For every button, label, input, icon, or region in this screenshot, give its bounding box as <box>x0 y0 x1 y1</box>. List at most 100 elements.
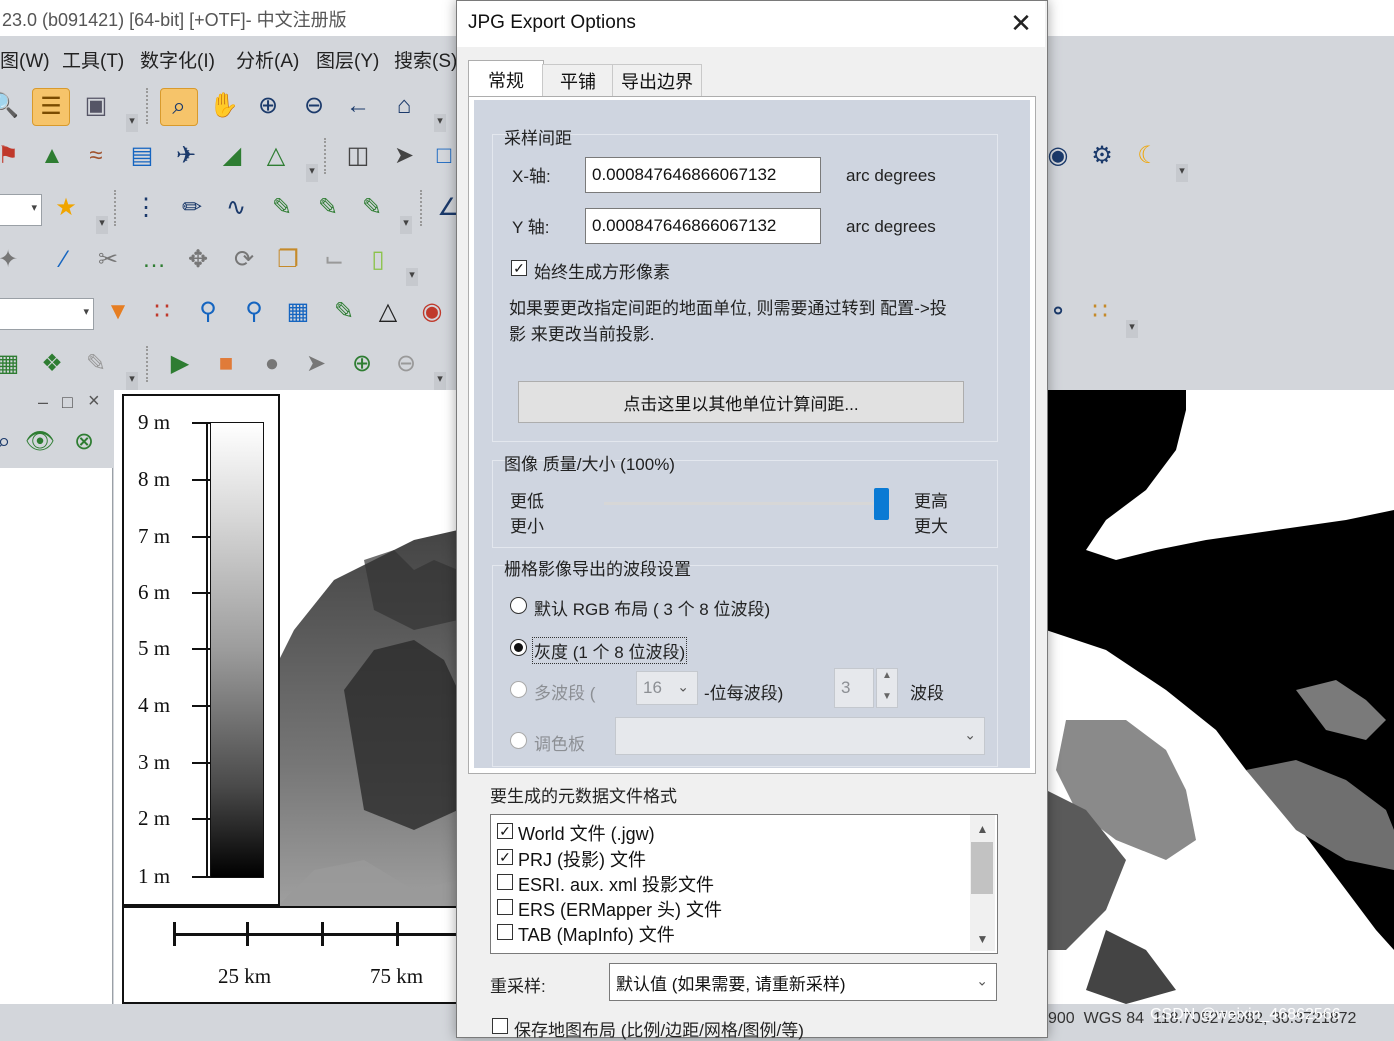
layer-combo[interactable]: ▾ <box>0 298 94 330</box>
chevron-up-icon[interactable]: ▲ <box>882 670 892 681</box>
toolbar-dropdown[interactable]: ▾ <box>400 216 412 234</box>
layout-icon[interactable]: ▣ <box>78 88 114 124</box>
filter-icon[interactable]: ▼ <box>100 294 136 330</box>
copy-feature-icon[interactable]: ❐ <box>270 242 306 278</box>
menu-item-search[interactable]: 搜索(S) <box>394 46 457 73</box>
slope-icon[interactable]: ◢ <box>214 138 250 174</box>
toolbar-dropdown[interactable]: ▾ <box>126 114 138 132</box>
terrain-icon[interactable]: ▲ <box>34 138 70 174</box>
search-points-icon[interactable]: ⚲ <box>236 294 272 330</box>
remove-frame-icon[interactable]: ⊖ <box>388 346 424 382</box>
menu-item-tools[interactable]: 工具(T) <box>62 46 124 73</box>
stop-icon[interactable]: ■ <box>208 346 244 382</box>
metadata-checkbox[interactable] <box>497 874 513 890</box>
toolbar-dropdown[interactable]: ▾ <box>1176 164 1188 182</box>
home-icon[interactable]: ⌂ <box>386 88 422 124</box>
triangle-tool-icon[interactable]: △ <box>370 294 406 330</box>
digitize-line-icon[interactable]: ✏ <box>174 190 210 226</box>
menu-item-layer[interactable]: 图层(Y) <box>316 46 379 73</box>
toolbar-dropdown[interactable]: ▾ <box>306 164 318 182</box>
layer-list[interactable] <box>0 468 113 1004</box>
list-item[interactable]: ESRI. aux. xml 投影文件 <box>491 869 971 895</box>
chevron-down-icon[interactable]: ▼ <box>882 691 892 702</box>
toolbar-dropdown[interactable]: ▾ <box>96 216 108 234</box>
map-view-right[interactable] <box>1046 390 1394 1004</box>
quality-slider-thumb[interactable] <box>874 488 889 520</box>
query-points-icon[interactable]: ⚲ <box>190 294 226 330</box>
map-view-icon[interactable]: ◫ <box>340 138 376 174</box>
elevation-grid-icon[interactable]: ▤ <box>124 138 160 174</box>
menu-item-analysis[interactable]: 分析(A) <box>236 46 299 73</box>
maximize-icon[interactable]: □ <box>62 392 73 413</box>
quality-slider-track[interactable] <box>604 502 884 505</box>
list-item[interactable]: TAB (MapInfo) 文件 <box>491 919 971 945</box>
minimize-icon[interactable]: – <box>38 392 48 413</box>
y-spacing-input[interactable]: 0.000847646866067132 <box>585 208 821 244</box>
menu-item-digitize[interactable]: 数字化(I) <box>140 46 215 73</box>
digitize-points-icon[interactable]: ⋮ <box>128 190 164 226</box>
crop-icon[interactable]: ⌙ <box>316 242 352 278</box>
brush-icon[interactable]: ✎ <box>78 346 114 382</box>
tab-export-bounds[interactable]: 导出边界 <box>612 64 702 97</box>
toolbar-handle[interactable] <box>420 190 426 226</box>
digitize-rect-icon[interactable]: ✎ <box>310 190 346 226</box>
fast-rabbit-icon[interactable]: ➤ <box>298 346 334 382</box>
toolbar-dropdown[interactable]: ▾ <box>126 372 138 390</box>
flight-path-icon[interactable]: ✈ <box>168 138 204 174</box>
layer-search-icon[interactable]: ⌕ <box>0 424 22 460</box>
metadata-checkbox[interactable] <box>497 924 513 940</box>
band-grayscale-radio[interactable] <box>510 639 527 656</box>
toolbar-handle[interactable] <box>146 88 152 124</box>
save-layout-checkbox[interactable] <box>492 1018 508 1034</box>
layer-visibility-icon[interactable]: 👁 <box>22 424 58 460</box>
bits-per-band-select[interactable]: 16 ⌄ <box>636 671 698 705</box>
rotate-feature-icon[interactable]: ⟳ <box>226 242 262 278</box>
zoom-out-icon[interactable]: ⊖ <box>296 88 332 124</box>
square-pixels-checkbox[interactable]: ✓ <box>511 260 527 276</box>
band-palette-radio[interactable] <box>510 732 527 749</box>
map-chart-icon[interactable]: ⚑ <box>0 138 26 174</box>
moon-icon[interactable]: ☾ <box>1130 138 1166 174</box>
play-icon[interactable]: ▶ <box>162 346 198 382</box>
move-feature-icon[interactable]: ✥ <box>180 242 216 278</box>
band-count-spinner[interactable]: 3 <box>834 668 874 708</box>
style-combo[interactable]: ▾ <box>0 194 42 226</box>
list-item[interactable]: ✓ PRJ (投影) 文件 <box>491 844 971 870</box>
settings-icon[interactable]: ⚙ <box>1084 138 1120 174</box>
point-cloud-icon[interactable]: ∷ <box>144 294 180 330</box>
toolbar-handle[interactable] <box>146 346 152 382</box>
list-item[interactable]: ERS (ERMapper 头) 文件 <box>491 894 971 920</box>
toolbar-handle[interactable] <box>324 138 330 174</box>
digitize-curve-icon[interactable]: ∿ <box>218 190 254 226</box>
palette-select[interactable]: ⌄ <box>615 717 985 755</box>
band-count-stepper[interactable]: ▲ ▼ <box>876 668 898 708</box>
puzzle-icon[interactable]: ❖ <box>34 346 70 382</box>
toolbar-dropdown[interactable]: ▾ <box>434 114 446 132</box>
list-item[interactable]: ✓ World 文件 (.jgw) <box>491 818 971 844</box>
scroll-up-icon[interactable]: ▲ <box>970 818 995 840</box>
toolbar-dropdown[interactable]: ▾ <box>406 268 418 286</box>
pan-hand-icon[interactable]: ✋ <box>206 88 242 124</box>
metadata-checkbox[interactable]: ✓ <box>497 823 513 839</box>
matrix-icon[interactable]: ∷ <box>1082 294 1118 330</box>
zoom-box-icon[interactable]: ⌕ <box>160 88 198 126</box>
ruler-icon[interactable]: ▯ <box>360 242 396 278</box>
calc-spacing-button[interactable]: 点击这里以其他单位计算间距... <box>518 381 964 423</box>
palette-icon[interactable]: ◉ <box>414 294 450 330</box>
layer-remove-icon[interactable]: ⊗ <box>66 424 102 460</box>
back-arrow-icon[interactable]: ← <box>340 88 376 124</box>
slow-turtle-icon[interactable]: ● <box>254 346 290 382</box>
metadata-checkbox[interactable] <box>497 899 513 915</box>
close-icon[interactable]: × <box>88 390 100 413</box>
favorite-star-icon[interactable]: ★ <box>48 190 84 226</box>
add-vertex-icon[interactable]: ✦ <box>0 242 26 278</box>
grid-pattern-icon[interactable]: ▦ <box>280 294 316 330</box>
snap-vertex-icon[interactable]: … <box>136 242 172 278</box>
edit-attribute-icon[interactable]: ✎ <box>326 294 362 330</box>
viewshed-icon[interactable]: △ <box>258 138 294 174</box>
scroll-down-icon[interactable]: ▼ <box>970 928 995 950</box>
metadata-format-list[interactable]: ✓ World 文件 (.jgw) ✓ PRJ (投影) 文件 ESRI. au… <box>490 814 998 954</box>
tab-general[interactable]: 常规 <box>468 60 544 99</box>
cut-feature-icon[interactable]: ✂ <box>90 242 126 278</box>
gps-icon[interactable]: ➤ <box>386 138 422 174</box>
